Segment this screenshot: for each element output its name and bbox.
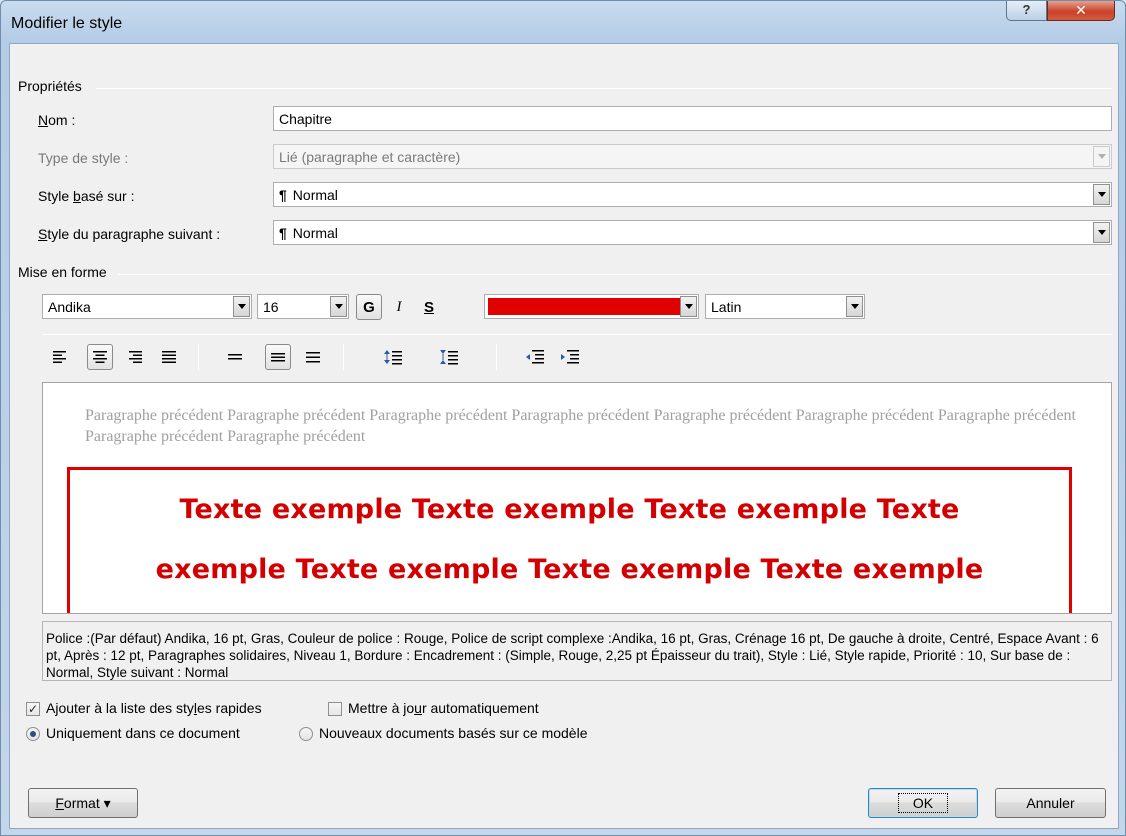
single-spacing-icon[interactable] [222,344,248,370]
formatting-divider [118,274,1112,275]
space-after-icon[interactable] [436,344,462,370]
help-button[interactable]: ? [1006,1,1047,21]
sample-text-border: Texte exemple Texte exemple Texte exempl… [67,467,1072,613]
toolbar-separator [496,344,497,370]
name-label: Nom : [38,112,76,128]
add-to-quick-styles-label[interactable]: Ajouter à la liste des styles rapides [46,700,262,716]
chevron-down-icon [1097,192,1106,197]
sample-line-2: exemple Texte exemple Texte exemple Text… [155,554,984,585]
chevron-down-icon [684,304,693,309]
pilcrow-icon: ¶ [279,187,287,203]
title-bar: Modifier le style ? ✕ [1,1,1125,43]
style-type-label: Type de style : [38,150,129,166]
toolbar-separator [343,344,344,370]
justify-icon[interactable] [156,344,182,370]
chevron-down-icon [1097,154,1106,159]
only-this-document-label[interactable]: Uniquement dans ce document [46,725,240,741]
pilcrow-icon: ¶ [279,225,287,241]
font-select[interactable]: Andika [42,294,252,319]
radio-dot-icon [30,731,36,737]
chevron-down-icon [850,304,859,309]
dialog-title: Modifier le style [11,15,123,32]
script-select[interactable]: Latin [705,294,865,319]
font-dropdown-button[interactable] [233,296,250,317]
decrease-indent-icon[interactable] [522,344,548,370]
style-type-dropdown-button [1093,146,1110,167]
cancel-button[interactable]: Annuler [995,788,1106,818]
sample-line-1: Texte exemple Texte exemple Texte exempl… [179,494,960,525]
chevron-down-icon [334,304,343,309]
double-spacing-icon[interactable] [300,344,326,370]
italic-button[interactable]: I [386,294,412,320]
underline-button[interactable]: S [416,294,442,320]
toolbar-divider [42,334,1112,335]
only-this-document-radio[interactable] [26,727,40,741]
align-right-icon[interactable] [122,344,148,370]
chevron-down-icon: ▾ [103,794,111,811]
style-description: Police :(Par défaut) Andika, 16 pt, Gras… [42,621,1112,681]
style-type-select: Lié (paragraphe et caractère) [273,144,1112,169]
chevron-down-icon [237,304,246,309]
based-on-label: Style basé sur : [38,188,135,204]
properties-group-title: Propriétés [18,78,82,94]
checkmark-icon: ✓ [27,702,39,716]
previous-paragraph-text: Paragraphe précédent Paragraphe précéden… [85,407,1076,445]
bold-button[interactable]: G [356,294,382,320]
properties-divider [96,88,1112,89]
format-button-label: Format ▾ [55,794,111,811]
ok-button[interactable]: OK [868,788,978,818]
dialog-client: Propriétés Nom : Chapitre Type de style … [9,43,1119,829]
next-style-select[interactable]: ¶ Normal [273,220,1112,245]
auto-update-label[interactable]: Mettre à jour automatiquement [348,700,539,716]
font-color-dropdown-button[interactable] [680,296,697,317]
close-button[interactable]: ✕ [1047,1,1115,21]
auto-update-checkbox[interactable] [328,702,342,716]
space-before-icon[interactable] [380,344,406,370]
ok-button-label: OK [897,793,949,813]
chevron-down-icon [1097,230,1106,235]
script-dropdown-button[interactable] [846,296,863,317]
based-on-select[interactable]: ¶ Normal [273,182,1112,207]
based-on-dropdown-button[interactable] [1093,184,1110,205]
one-half-spacing-icon[interactable] [265,344,291,370]
increase-indent-icon[interactable] [557,344,583,370]
toolbar-separator [198,344,199,370]
align-left-icon[interactable] [47,344,73,370]
new-documents-label[interactable]: Nouveaux documents basés sur ce modèle [319,725,587,741]
align-center-icon[interactable] [87,344,113,370]
next-style-label: Style du paragraphe suivant : [38,226,221,242]
add-to-quick-styles-checkbox[interactable]: ✓ [26,702,40,716]
format-button[interactable]: Format ▾ [28,788,138,818]
new-documents-radio[interactable] [299,727,313,741]
font-color-select[interactable] [484,294,699,319]
font-size-dropdown-button[interactable] [330,296,347,317]
modify-style-dialog: Modifier le style ? ✕ Propriétés Nom : C… [0,0,1126,836]
name-input[interactable]: Chapitre [273,106,1112,131]
style-preview: Paragraphe précédent Paragraphe précéden… [42,382,1112,614]
font-color-swatch [488,298,695,315]
formatting-group-title: Mise en forme [18,264,107,280]
sample-text: Texte exemple Texte exemple Texte exempl… [70,480,1069,600]
next-style-dropdown-button[interactable] [1093,222,1110,243]
